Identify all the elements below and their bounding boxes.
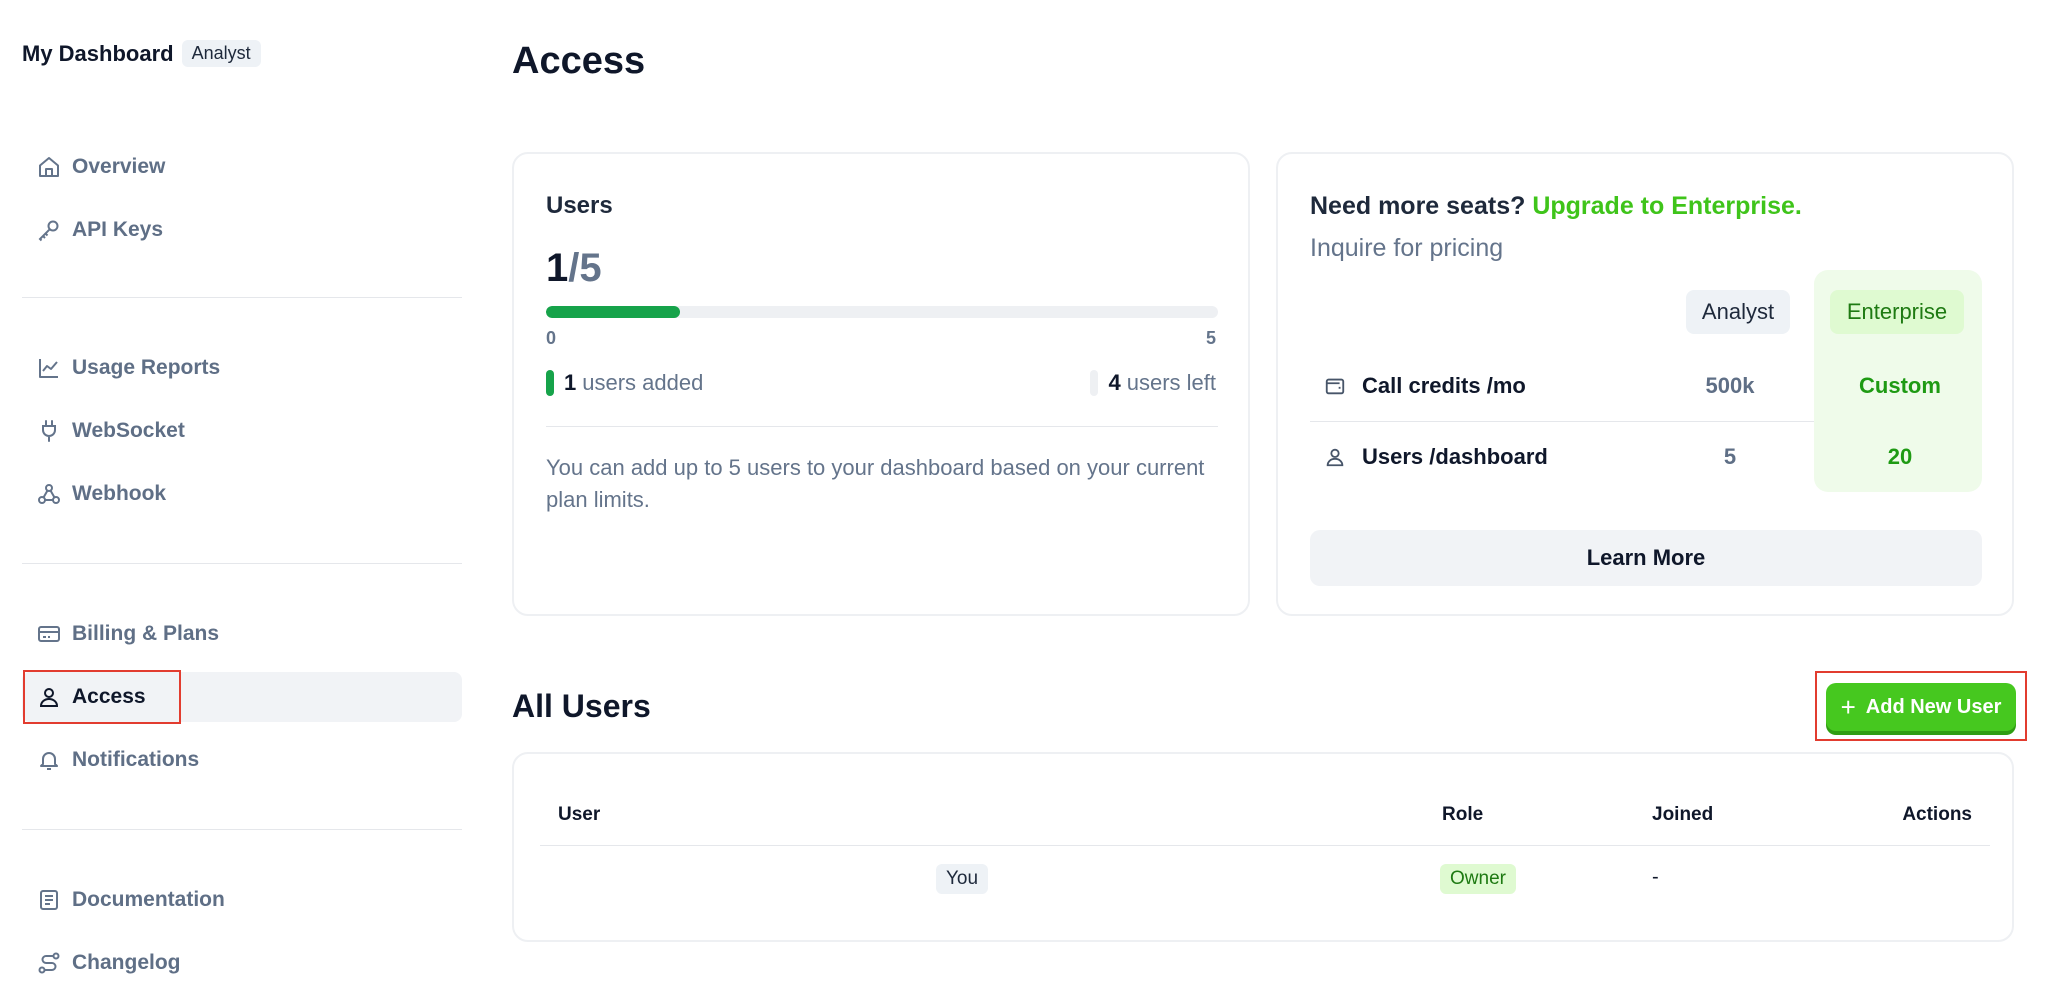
sidebar-divider [22,829,462,830]
table-cell-joined: - [1652,866,1659,888]
wallet-icon [1324,375,1350,397]
enterprise-value: Custom [1859,373,1941,398]
users-card-title: Users [546,192,613,219]
users-left-legend: 4 users left [1090,370,1216,396]
plug-icon [36,418,62,444]
progress-min-label: 0 [546,328,557,348]
enterprise-value: 20 [1887,444,1913,469]
upgrade-heading-text: Need more seats? [1310,192,1526,220]
users-progress-bar [546,306,1218,318]
users-current: 1 [546,246,569,290]
sidebar-item-documentation[interactable]: Documentation [22,875,462,925]
left-label: users left [1126,370,1216,395]
chart-line-icon [36,355,62,381]
sidebar-item-notifications[interactable]: Notifications [22,735,462,785]
column-header-role: Role [1442,804,1484,825]
sidebar-item-label: Notifications [72,748,200,771]
users-added-legend: 1 users added [546,370,703,396]
comparison-row: Call credits /mo 500k Custom [1310,351,1982,421]
brand-name: My Dashboard [22,40,174,66]
access-highlight-box [23,670,181,724]
credit-card-icon [36,621,62,647]
add-user-highlight-box [1815,671,2027,741]
left-swatch [1090,370,1099,396]
sidebar-item-usage-reports[interactable]: Usage Reports [22,343,462,393]
column-header-joined: Joined [1652,804,1714,825]
analyst-value: 500k [1705,373,1755,398]
upgrade-heading: Need more seats? Upgrade to Enterprise. [1310,192,1802,221]
learn-more-button[interactable]: Learn More [1310,530,1982,586]
comparison-row-label: Call credits /mo [1362,373,1526,398]
left-count: 4 [1108,370,1121,395]
sidebar-item-label: API Keys [72,218,164,241]
brand: My Dashboard Analyst [22,40,261,67]
sidebar-item-label: Billing & Plans [72,622,220,645]
sidebar: My Dashboard Analyst Overview API Keys U… [0,0,470,992]
users-count: 1/5 [546,246,602,291]
analyst-column-header: Analyst [1686,290,1790,334]
sidebar-item-label: Webhook [72,482,167,505]
users-total: /5 [568,246,602,290]
role-badge: Owner [1440,864,1516,894]
user-icon [1324,446,1350,468]
users-progress-fill [546,306,681,318]
sidebar-item-label: Documentation [72,888,225,911]
all-users-title: All Users [512,688,651,724]
webhook-icon [36,481,62,507]
added-count: 1 [564,370,577,395]
book-icon [36,887,62,913]
sidebar-item-overview[interactable]: Overview [22,142,462,192]
key-icon [36,217,62,243]
sidebar-item-label: WebSocket [72,419,185,442]
column-header-actions: Actions [1902,804,1972,825]
users-card-divider [546,426,1218,427]
upgrade-subheading: Inquire for pricing [1310,234,1504,262]
bell-icon [36,747,62,773]
comparison-row-label: Users /dashboard [1362,444,1548,469]
sidebar-item-label: Overview [72,155,166,178]
users-card-description: You can add up to 5 users to your dashbo… [546,455,1205,512]
sidebar-divider [22,297,462,298]
progress-max-label: 5 [1205,328,1216,348]
sidebar-item-label: Usage Reports [72,356,221,379]
table-header-divider [540,845,1990,846]
table-cell-user: You [936,864,989,894]
sidebar-item-billing[interactable]: Billing & Plans [22,609,462,659]
comparison-row: Users /dashboard 5 20 [1310,422,1982,492]
sidebar-item-label: Changelog [72,951,181,974]
home-icon [36,154,62,180]
column-header-user: User [558,804,601,825]
sidebar-item-websocket[interactable]: WebSocket [22,406,462,456]
sidebar-item-api-keys[interactable]: API Keys [22,205,462,255]
enterprise-column-header: Enterprise [1830,290,1964,334]
added-swatch [546,370,554,396]
plan-badge: Analyst [181,40,261,67]
sidebar-item-webhook[interactable]: Webhook [22,469,462,519]
upgrade-card: Need more seats? Upgrade to Enterprise. … [1276,152,2014,616]
added-label: users added [582,370,704,395]
analyst-value: 5 [1723,444,1737,469]
users-card: Users 1/5 0 5 1 users added 4 users left… [512,152,1250,616]
page-title: Access [512,40,646,82]
upgrade-link[interactable]: Upgrade to Enterprise. [1532,192,1802,220]
sidebar-item-changelog[interactable]: Changelog [22,938,462,988]
users-table: User Role Joined Actions You Owner - [512,752,2014,942]
sidebar-divider [22,563,462,564]
route-icon [36,950,62,976]
